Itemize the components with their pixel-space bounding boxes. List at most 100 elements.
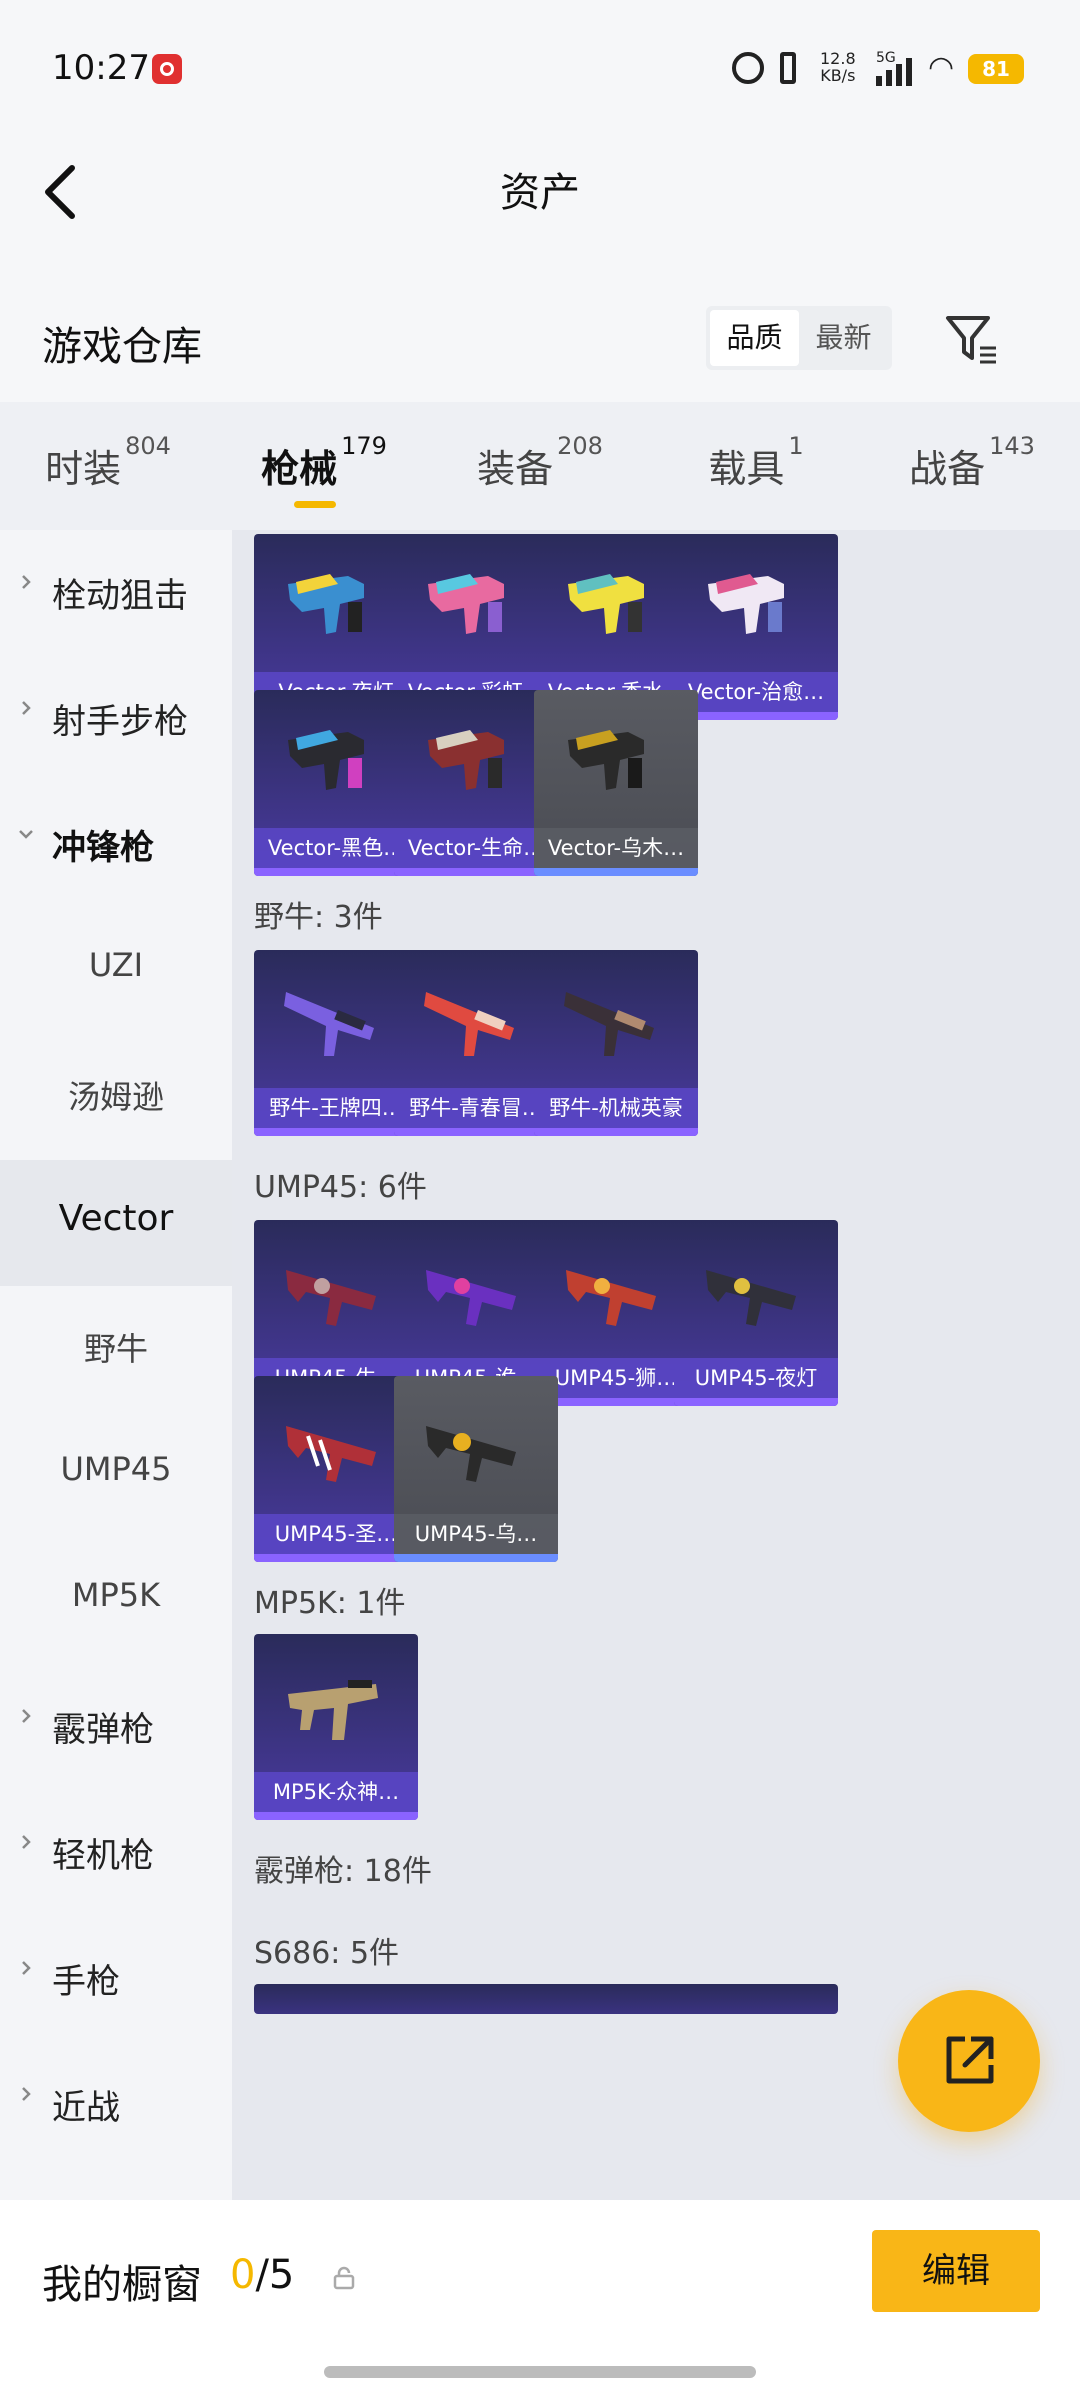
filter-button[interactable] xyxy=(944,312,1000,368)
sidebar-item-label: 冲锋枪 xyxy=(52,828,154,868)
sidebar-item-bolt-action[interactable]: 栓动狙击 xyxy=(0,530,232,656)
sort-newest-option[interactable]: 最新 xyxy=(799,310,888,366)
tab-count: 143 xyxy=(989,432,1035,460)
vibrate-icon xyxy=(780,52,796,84)
tab-count: 804 xyxy=(125,432,171,460)
sidebar-item-marksman[interactable]: 射手步枪 xyxy=(0,656,232,782)
ump45-gun-icon xyxy=(278,1240,394,1350)
tab-label: 枪械 xyxy=(261,447,338,491)
chevron-right-icon xyxy=(22,1835,31,1849)
tab-fashion[interactable]: 时装804 xyxy=(0,402,216,530)
chevron-right-icon xyxy=(22,701,31,715)
showcase-current: 0 xyxy=(230,2252,256,2298)
ump45-gun-icon xyxy=(698,1240,814,1350)
group-label-mp5k: MP5K: 1件 xyxy=(254,1586,406,1621)
sidebar-item-melee[interactable]: 近战 xyxy=(0,2042,232,2168)
tab-label: 战备 xyxy=(909,447,986,491)
sidebar-item-bison[interactable]: 野牛 xyxy=(0,1286,232,1412)
wifi-icon: ◠ xyxy=(928,50,955,85)
sidebar-item-ump45[interactable]: UMP45 xyxy=(0,1412,232,1538)
network-type: 5G xyxy=(876,50,896,66)
chevron-down-icon xyxy=(19,830,33,839)
sidebar-item-label: MP5K xyxy=(71,1576,161,1614)
vector-gun-icon xyxy=(278,710,394,820)
network-speed: 12.8 KB/s xyxy=(820,50,856,84)
chevron-right-icon xyxy=(22,1961,31,1975)
category-tabs: 时装804 枪械179 装备208 载具1 战备143 xyxy=(0,402,1080,530)
sidebar-item-vector[interactable]: Vector xyxy=(0,1160,232,1286)
skin-name: Vector-治愈… xyxy=(674,672,838,712)
skin-card[interactable]: Vector-乌木… xyxy=(534,690,698,876)
tab-firearms[interactable]: 枪械179 xyxy=(216,402,432,530)
skin-card[interactable]: UMP45-夜灯 xyxy=(674,1220,838,1406)
nav-header: 资产 xyxy=(0,140,1080,290)
assets-screen: 10:27 12.8 KB/s 5G ◠ 81 资产 游戏仓库 品质 最新 时装… xyxy=(0,0,1080,2400)
tab-count: 1 xyxy=(788,432,804,460)
sidebar-item-thompson[interactable]: 汤姆逊 xyxy=(0,1034,232,1160)
tab-supplies[interactable]: 战备143 xyxy=(864,402,1080,530)
ump45-gun-icon xyxy=(278,1396,394,1506)
skin-name: UMP45-夜灯 xyxy=(674,1358,838,1398)
tab-vehicles[interactable]: 载具1 xyxy=(648,402,864,530)
sidebar-item-label: 射手步枪 xyxy=(52,702,188,742)
status-bar: 10:27 12.8 KB/s 5G ◠ 81 xyxy=(0,0,1080,140)
showcase-total: /5 xyxy=(255,2252,295,2298)
ump45-gun-icon xyxy=(418,1240,534,1350)
ump45-gun-icon xyxy=(418,1396,534,1506)
battery-indicator: 81 xyxy=(968,54,1024,84)
sidebar-item-smg[interactable]: 冲锋枪 xyxy=(0,782,232,908)
sidebar-item-label: 霰弹枪 xyxy=(52,1710,154,1750)
skin-card[interactable]: UMP45-乌… xyxy=(394,1376,558,1562)
skin-card[interactable]: Vector-治愈… xyxy=(674,534,838,720)
vector-gun-icon xyxy=(418,710,534,820)
vector-gun-icon xyxy=(558,710,674,820)
tab-label: 载具 xyxy=(708,447,785,491)
skin-card[interactable]: 野牛-机械英豪 xyxy=(534,950,698,1136)
bison-gun-icon xyxy=(278,970,394,1080)
tab-label: 装备 xyxy=(477,447,554,491)
sidebar-item-label: UZI xyxy=(88,946,144,984)
sidebar-item-label: 野牛 xyxy=(83,1330,148,1368)
sidebar-item-label: 汤姆逊 xyxy=(67,1078,164,1116)
group-label-shotgun: 霰弹枪: 18件 xyxy=(254,1854,432,1889)
lock-icon xyxy=(333,2266,355,2290)
mp5k-gun-icon xyxy=(278,1654,394,1764)
group-label-bison: 野牛: 3件 xyxy=(254,900,383,935)
sidebar-item-shotgun[interactable]: 霰弹枪 xyxy=(0,1664,232,1790)
share-fab-button[interactable] xyxy=(898,1990,1040,2132)
sidebar-item-label: 栓动狙击 xyxy=(52,576,188,616)
tab-count: 208 xyxy=(557,432,603,460)
sidebar-item-pistol[interactable]: 手枪 xyxy=(0,1916,232,2042)
vector-gun-icon xyxy=(558,554,674,664)
bison-gun-icon xyxy=(418,970,534,1080)
sidebar-item-label: 轻机枪 xyxy=(52,1836,154,1876)
sidebar-item-lmg[interactable]: 轻机枪 xyxy=(0,1790,232,1916)
bison-gun-icon xyxy=(558,970,674,1080)
edit-button[interactable]: 编辑 xyxy=(872,2230,1040,2312)
showcase-count: 0/5 xyxy=(230,2252,294,2298)
sidebar-item-mp5k[interactable]: MP5K xyxy=(0,1538,232,1664)
skin-card-partial[interactable] xyxy=(674,1984,838,2014)
tab-equipment[interactable]: 装备208 xyxy=(432,402,648,530)
group-label-s686: S686: 5件 xyxy=(254,1936,400,1971)
speed-value: 12.8 xyxy=(820,49,856,68)
item-grid: Vector-夜灯 Vector-彩虹… Vector-香水… Vector-治… xyxy=(232,530,1080,2200)
skin-name: Vector-乌木… xyxy=(534,828,698,868)
sidebar-item-uzi[interactable]: UZI xyxy=(0,908,232,1034)
sidebar-item-label: Vector xyxy=(58,1198,174,1239)
sidebar-item-label: 手枪 xyxy=(52,1962,120,2002)
filter-icon xyxy=(946,316,996,364)
skin-card[interactable]: MP5K-众神… xyxy=(254,1634,418,1820)
speed-unit: KB/s xyxy=(820,66,856,85)
warehouse-header: 游戏仓库 品质 最新 xyxy=(0,290,1080,400)
page-title: 资产 xyxy=(500,170,580,216)
group-label-ump45: UMP45: 6件 xyxy=(254,1170,427,1205)
vector-gun-icon xyxy=(698,554,814,664)
sort-quality-option[interactable]: 品质 xyxy=(710,310,799,366)
skin-name: MP5K-众神… xyxy=(254,1772,418,1812)
showcase-bar: 我的橱窗 0/5 编辑 xyxy=(0,2200,1080,2400)
vector-gun-icon xyxy=(278,554,394,664)
chevron-right-icon xyxy=(22,575,31,589)
share-out-icon xyxy=(946,2036,994,2084)
sort-toggle: 品质 最新 xyxy=(706,306,892,370)
